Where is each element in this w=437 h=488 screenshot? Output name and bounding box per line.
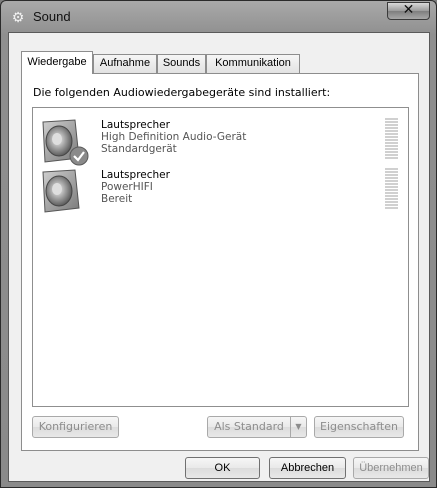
panel-heading: Die folgenden Audiowiedergabegeräte sind… [33, 86, 331, 99]
device-status: Bereit [101, 193, 133, 205]
device-status: Standardgerät [101, 143, 177, 155]
sound-app-icon: ⚙ [11, 10, 25, 26]
device-item[interactable]: Lautsprecher High Definition Audio-Gerät… [33, 114, 408, 170]
tab-sounds[interactable]: Sounds [157, 54, 206, 73]
device-text: Lautsprecher High Definition Audio-Gerät… [101, 119, 246, 155]
tab-wiedergabe[interactable]: Wiedergabe [21, 51, 93, 74]
set-default-label: Als Standard [214, 420, 284, 433]
properties-button[interactable]: Eigenschaften [314, 416, 404, 438]
default-check-icon [69, 146, 89, 166]
close-button[interactable]: ✕ [387, 2, 430, 20]
device-text: Lautsprecher PowerHIFI Bereit [101, 169, 170, 205]
device-item[interactable]: Lautsprecher PowerHIFI Bereit [33, 164, 408, 220]
cancel-button[interactable]: Abbrechen [269, 457, 346, 479]
volume-meter [385, 168, 398, 210]
sound-dialog: ⚙ Sound ✕ Wiedergabe Aufnahme Sounds Kom… [0, 0, 437, 488]
tab-aufnahme[interactable]: Aufnahme [93, 54, 157, 73]
device-name: Lautsprecher [101, 119, 170, 131]
device-description: PowerHIFI [101, 181, 153, 193]
device-description: High Definition Audio-Gerät [101, 131, 247, 143]
device-list[interactable]: Lautsprecher High Definition Audio-Gerät… [32, 107, 409, 407]
dialog-client-area: Wiedergabe Aufnahme Sounds Kommunikation… [8, 32, 430, 482]
close-icon: ✕ [402, 2, 415, 18]
tab-kommunikation[interactable]: Kommunikation [206, 54, 300, 73]
playback-panel: Die folgenden Audiowiedergabegeräte sind… [21, 73, 419, 451]
volume-meter [385, 118, 398, 160]
title-bar[interactable]: ⚙ Sound ✕ [1, 1, 436, 33]
configure-button[interactable]: Konfigurieren [32, 416, 119, 438]
ok-button[interactable]: OK [185, 457, 260, 479]
set-default-button[interactable]: Als Standard ▼ [207, 416, 307, 438]
device-name: Lautsprecher [101, 169, 170, 181]
apply-button[interactable]: Übernehmen [353, 457, 429, 479]
speaker-icon [42, 169, 80, 213]
chevron-down-icon[interactable]: ▼ [290, 417, 306, 437]
window-title: Sound [33, 9, 71, 24]
